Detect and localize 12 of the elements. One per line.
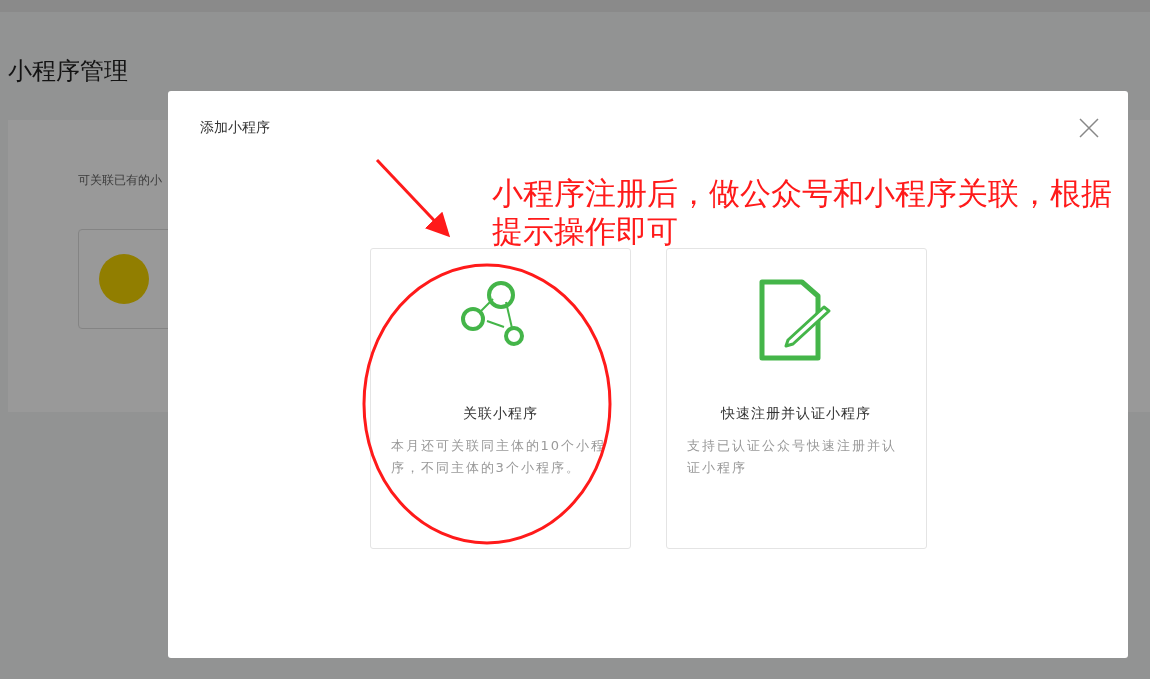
- option-description: 本月还可关联同主体的10个小程序，不同主体的3个小程序。: [390, 437, 608, 477]
- option-title: 快速注册并认证小程序: [721, 405, 871, 423]
- page-title: 小程序管理: [8, 56, 129, 86]
- option-card[interactable]: 快速注册并认证小程序 支持已认证公众号快速注册并认证小程序: [665, 248, 927, 549]
- close-button[interactable]: [1078, 117, 1100, 139]
- hint-text: 可关联已有的小: [78, 172, 163, 189]
- option-title: 关联小程序: [462, 405, 538, 423]
- logo-placeholder: [99, 254, 149, 304]
- dialog-title: 添加小程序: [200, 119, 270, 137]
- option-card[interactable]: 关联小程序 本月还可关联同主体的10个小程序，不同主体的3个小程序。: [369, 248, 631, 549]
- annotation-text: 小程序注册后，做公众号和小程序关联，根据提示操作即可: [492, 174, 1113, 250]
- option-description: 支持已认证公众号快速注册并认证小程序: [686, 437, 898, 477]
